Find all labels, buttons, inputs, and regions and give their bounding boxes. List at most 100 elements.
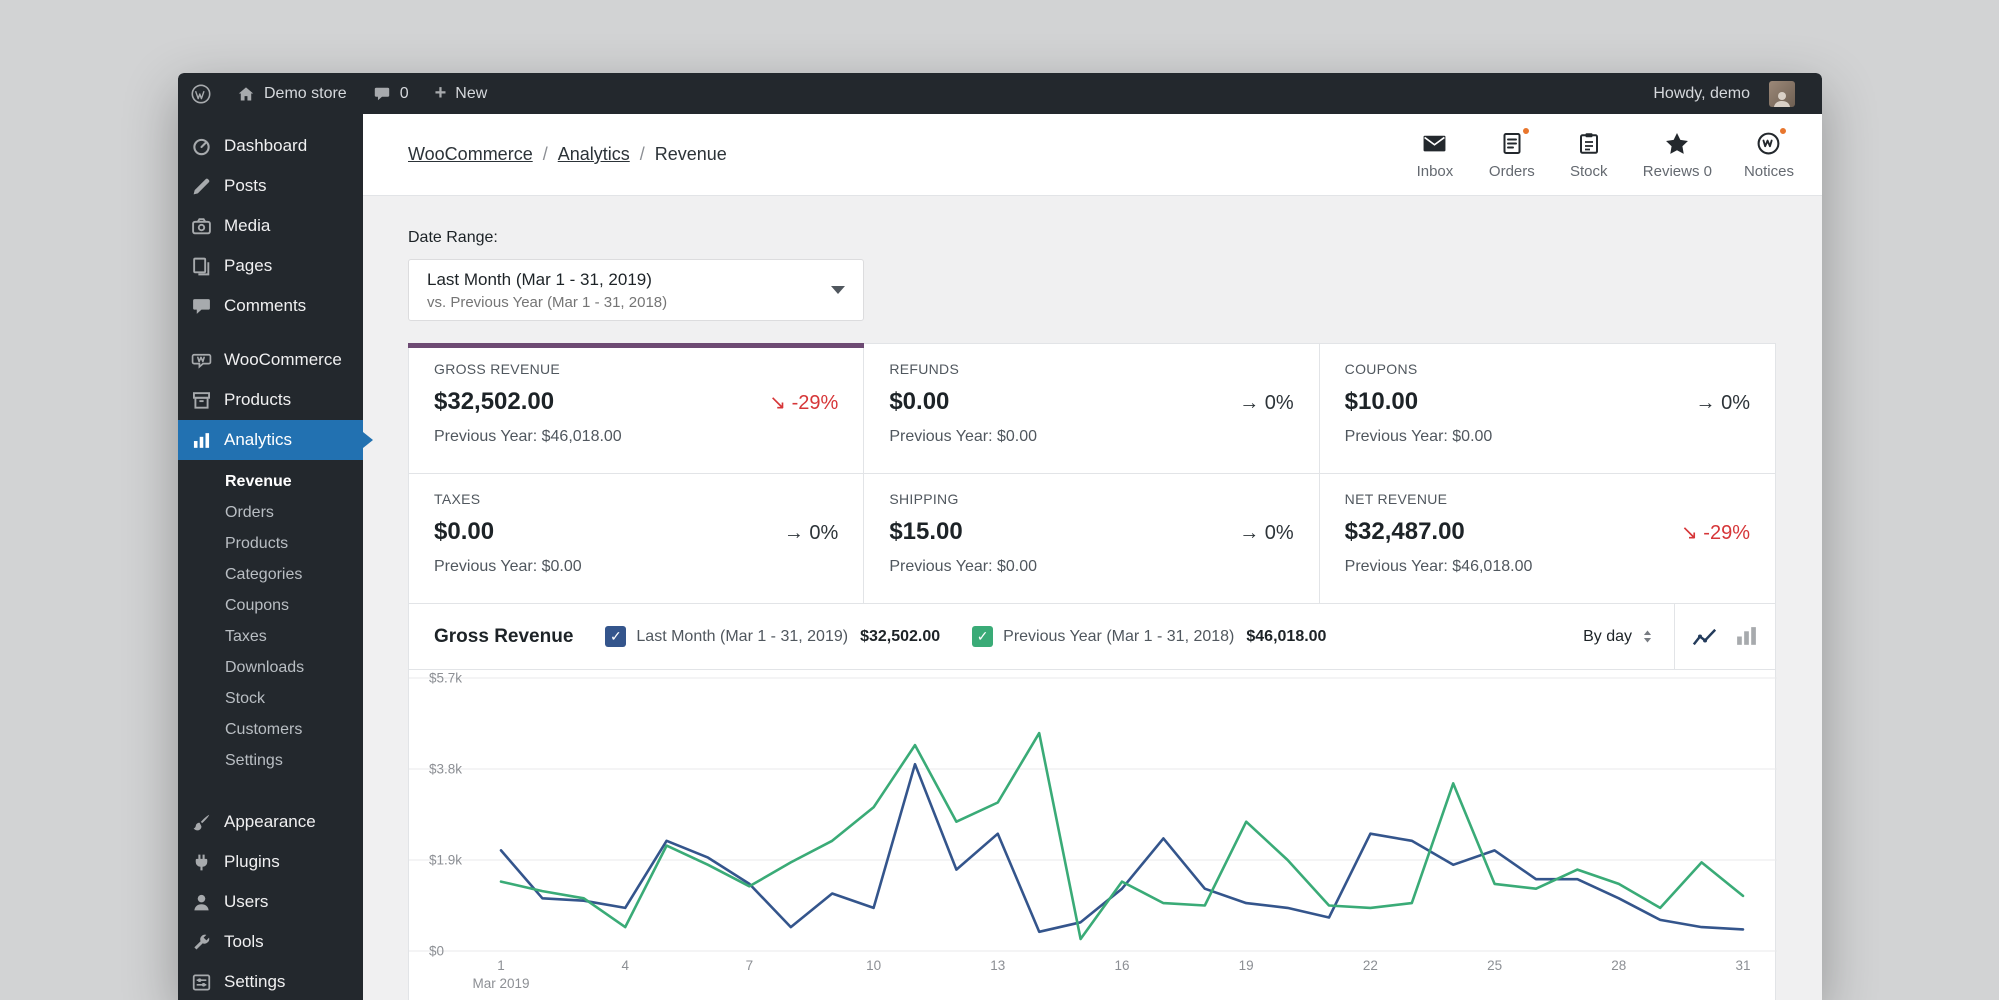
chart-controls: By day (1565, 604, 1775, 669)
sidebar-item-comments[interactable]: Comments (178, 286, 363, 326)
sidebar-label: Appearance (224, 812, 316, 831)
summary-delta: ↘ -29% (769, 392, 839, 414)
sidebar-item-settings[interactable]: Settings (178, 962, 363, 1000)
trend-down-icon: ↘ (1680, 522, 1698, 544)
summary-previous: Previous Year: $46,018.00 (434, 428, 622, 445)
breadcrumb-link-analytics[interactable]: Analytics (558, 144, 630, 165)
report-page: Date Range: Last Month (Mar 1 - 31, 2019… (363, 196, 1822, 1000)
posts-icon (193, 178, 210, 194)
checkbox-checked-icon[interactable]: ✓ (972, 626, 994, 647)
submenu-item-customers[interactable]: Customers (178, 714, 363, 745)
summary-value: $10.00 (1344, 388, 1419, 415)
summary-card-refunds[interactable]: REFUNDS $0.00 → 0% Previous Year: $0.00 (864, 344, 1320, 474)
checkbox-checked-icon[interactable]: ✓ (605, 626, 627, 647)
wp-admin-window: Demo store 0 + New Howdy, demo Dashboard… (178, 73, 1822, 1000)
legend-item-last-month[interactable]: ✓ Last Month (Mar 1 - 31, 2019) $32,502.… (605, 626, 940, 647)
svg-text:31: 31 (1735, 958, 1750, 973)
sidebar-label: Analytics (224, 430, 293, 449)
trend-flat-icon: → (1695, 392, 1716, 414)
sidebar-item-plugins[interactable]: Plugins (178, 842, 363, 882)
date-range-secondary: vs. Previous Year (Mar 1 - 31, 2018) (427, 293, 668, 311)
summary-previous: Previous Year: $0.00 (434, 558, 582, 575)
summary-previous: Previous Year: $0.00 (1344, 428, 1493, 445)
submenu-item-coupons[interactable]: Coupons (178, 590, 363, 621)
sidebar-item-woocommerce[interactable]: WooCommerce (178, 340, 363, 380)
date-range-select[interactable]: Last Month (Mar 1 - 31, 2019) vs. Previo… (408, 259, 864, 321)
svg-text:$3.8k: $3.8k (429, 762, 462, 777)
summary-card-gross-revenue[interactable]: GROSS REVENUE $32,502.00 ↘ -29% Previous… (407, 343, 865, 474)
submenu-item-settings[interactable]: Settings (178, 745, 363, 776)
summary-value: $32,502.00 (434, 388, 555, 415)
submenu-item-stock[interactable]: Stock (178, 683, 363, 714)
sidebar-item-appearance[interactable]: Appearance (178, 802, 363, 842)
svg-text:Mar 2019: Mar 2019 (472, 976, 529, 991)
interval-select[interactable]: By day (1565, 628, 1674, 646)
submenu-item-orders[interactable]: Orders (178, 497, 363, 528)
breadcrumb-link-woocommerce[interactable]: WooCommerce (408, 144, 533, 165)
svg-text:1: 1 (497, 958, 505, 973)
summary-card-shipping[interactable]: SHIPPING $15.00 → 0% Previous Year: $0.0… (864, 474, 1320, 604)
my-account-menu[interactable]: Howdy, demo (1640, 80, 1808, 107)
site-name-menu[interactable]: Demo store (224, 73, 360, 114)
sidebar-item-dashboard[interactable]: Dashboard (178, 126, 363, 166)
svg-text:10: 10 (866, 958, 881, 973)
submenu-item-revenue[interactable]: Revenue (178, 466, 363, 497)
submenu-item-products[interactable]: Products (178, 528, 363, 559)
summary-card-taxes[interactable]: TAXES $0.00 → 0% Previous Year: $0.00 (409, 474, 865, 604)
submenu-item-downloads[interactable]: Downloads (178, 652, 363, 683)
legend-item-previous-year[interactable]: ✓ Previous Year (Mar 1 - 31, 2018) $46,0… (972, 626, 1326, 647)
revenue-line-chart[interactable]: $0 $1.9k $3.8k $5.7k 1 4 7 10 13 16 19 22 25 28 31 Mar … (409, 670, 1777, 1000)
bar-chart-toggle[interactable] (1734, 624, 1759, 649)
summary-delta: → 0% (1695, 392, 1750, 414)
new-content-menu[interactable]: + New (422, 73, 501, 114)
settings-icon (192, 973, 211, 991)
bar-chart-icon (1737, 627, 1756, 645)
legend-total: $46,018.00 (1246, 627, 1327, 645)
activity-panel: Inbox Orders Stock Reviews 0 Notices (1413, 125, 1794, 180)
breadcrumb: WooCommerce / Analytics / Revenue (408, 144, 727, 165)
svg-text:13: 13 (990, 958, 1005, 973)
svg-text:4: 4 (621, 958, 629, 973)
sidebar-item-users[interactable]: Users (178, 882, 363, 922)
activity-orders[interactable]: Orders (1488, 125, 1535, 180)
svg-text:7: 7 (746, 958, 754, 973)
sidebar-label: Pages (224, 256, 273, 275)
summary-value: $15.00 (889, 518, 963, 545)
sidebar-label: Posts (224, 176, 267, 195)
sidebar-item-media[interactable]: Media (178, 206, 363, 246)
interval-label: By day (1583, 627, 1632, 645)
legend-total: $32,502.00 (860, 627, 941, 645)
dashboard-icon (193, 138, 210, 155)
products-icon (192, 391, 211, 409)
submenu-item-taxes[interactable]: Taxes (178, 621, 363, 652)
woocommerce-icon (191, 353, 212, 369)
activity-reviews[interactable]: Reviews 0 (1643, 130, 1712, 180)
activity-label: Orders (1488, 162, 1535, 180)
submenu-item-categories[interactable]: Categories (178, 559, 363, 590)
svg-text:22: 22 (1363, 958, 1378, 973)
summary-value: $32,487.00 (1344, 518, 1465, 545)
comments-menu[interactable]: 0 (360, 73, 422, 114)
chevron-down-icon (831, 286, 845, 294)
wp-admin-bar: Demo store 0 + New Howdy, demo (178, 73, 1822, 114)
activity-notices[interactable]: Notices (1744, 125, 1794, 180)
svg-text:28: 28 (1611, 958, 1626, 973)
sidebar-label: WooCommerce (224, 350, 342, 369)
sidebar-item-tools[interactable]: Tools (178, 922, 363, 962)
wp-logo-menu[interactable] (178, 73, 224, 114)
sidebar-label: Tools (224, 932, 264, 951)
sidebar-item-pages[interactable]: Pages (178, 246, 363, 286)
notices-icon (1756, 125, 1789, 158)
activity-inbox[interactable]: Inbox (1413, 130, 1457, 180)
sidebar-item-products[interactable]: Products (178, 380, 363, 420)
breadcrumb-separator: / (639, 144, 645, 164)
summary-card-net-revenue[interactable]: NET REVENUE $32,487.00 ↘ -29% Previous Y… (1319, 474, 1775, 604)
line-chart-toggle[interactable] (1691, 623, 1718, 650)
svg-text:$0: $0 (429, 944, 444, 959)
sidebar-item-analytics[interactable]: Analytics (178, 420, 363, 460)
menu-separator (178, 788, 363, 802)
summary-card-coupons[interactable]: COUPONS $10.00 → 0% Previous Year: $0.00 (1319, 344, 1775, 474)
activity-stock[interactable]: Stock (1567, 130, 1611, 180)
summary-previous: Previous Year: $0.00 (889, 558, 1037, 575)
sidebar-item-posts[interactable]: Posts (178, 166, 363, 206)
